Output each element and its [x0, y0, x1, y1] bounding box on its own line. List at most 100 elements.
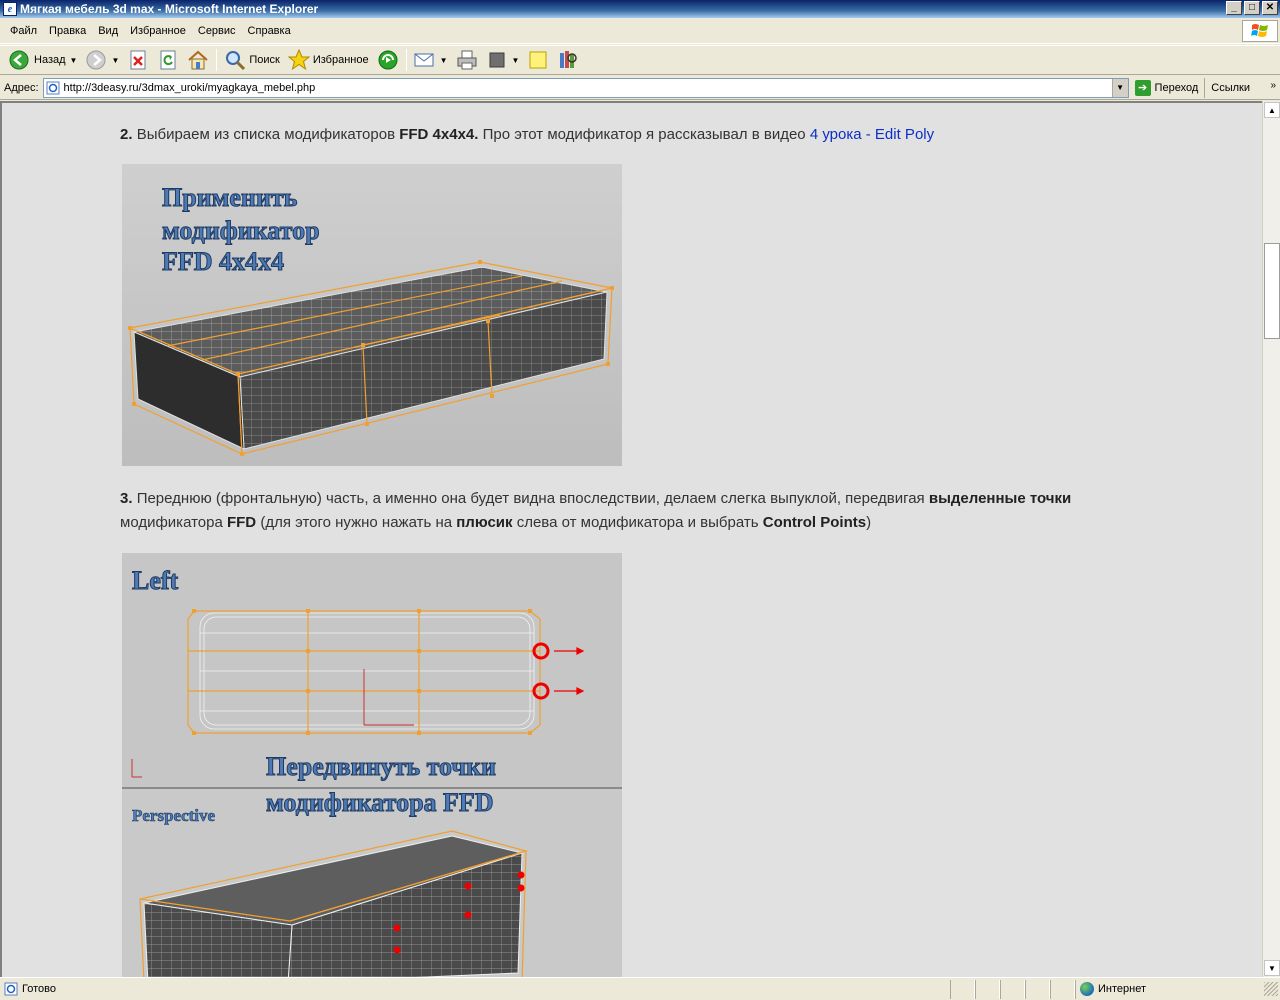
scroll-up-icon[interactable]: ▲ — [1264, 102, 1280, 118]
menu-file[interactable]: Файл — [4, 23, 43, 39]
home-icon — [187, 49, 209, 71]
scroll-down-icon[interactable]: ▼ — [1264, 960, 1280, 976]
edit-dropdown-icon[interactable]: ▼ — [512, 56, 520, 65]
status-cell — [1050, 979, 1075, 999]
step-3-bold-c: плюсик — [456, 514, 513, 531]
image2-caption-1: Передвинуть точки — [266, 752, 496, 781]
page-status-icon — [4, 982, 18, 996]
ffd-apply-screenshot: Применить модификатор FFD 4x4x4 — [122, 164, 622, 466]
print-button[interactable] — [452, 47, 482, 73]
windows-logo-icon — [1242, 20, 1278, 42]
status-text: Готово — [22, 983, 56, 995]
image2-caption-2: модификатора FFD — [266, 788, 494, 817]
links-chevron-icon[interactable]: » — [1270, 80, 1276, 91]
step-2-bold: FFD 4x4x4. — [399, 126, 479, 143]
menu-favorites[interactable]: Избранное — [124, 23, 192, 39]
maximize-button[interactable]: □ — [1244, 1, 1260, 15]
status-message: Готово — [0, 980, 950, 999]
toolbar-separator — [216, 49, 218, 71]
note-icon — [527, 49, 549, 71]
forward-dropdown-icon[interactable]: ▼ — [111, 56, 119, 65]
refresh-button[interactable] — [153, 47, 183, 73]
go-button[interactable]: ➔ Переход — [1133, 77, 1206, 98]
window-controls: _ □ ✕ — [1226, 1, 1278, 15]
status-cell — [1025, 979, 1050, 999]
home-button[interactable] — [183, 47, 213, 73]
step-3-text-e: ) — [866, 514, 872, 531]
back-button[interactable]: Назад ▼ — [4, 47, 81, 73]
step-2-text-b: Про этот модификатор я рассказывал в вид… — [482, 126, 806, 143]
left-viewport-label: Left — [132, 566, 179, 595]
discuss-button[interactable] — [523, 47, 553, 73]
forward-arrow-icon — [85, 49, 107, 71]
menu-bar: Файл Правка Вид Избранное Сервис Справка — [0, 18, 1280, 44]
address-url: http://3deasy.ru/3dmax_uroki/myagkaya_me… — [63, 81, 316, 94]
go-arrow-icon: ➔ — [1134, 79, 1151, 96]
step-2-paragraph: 2. Выбираем из списка модификаторов FFD … — [120, 123, 1150, 147]
status-cell — [975, 979, 1000, 999]
address-dropdown-icon[interactable]: ▼ — [1111, 78, 1128, 97]
search-label: Поиск — [249, 54, 280, 66]
favorites-label: Избранное — [312, 54, 369, 66]
ie-icon[interactable]: e — [3, 2, 17, 16]
menu-help[interactable]: Справка — [242, 23, 297, 39]
media-button[interactable] — [373, 47, 403, 73]
step-3-bold-d: Control Points — [762, 514, 867, 531]
mail-button[interactable]: ▼ — [410, 47, 452, 73]
step-2-number: 2. — [120, 126, 133, 143]
star-icon — [287, 49, 310, 71]
step-3-text-a: Переднюю (фронтальную) часть, а именно о… — [136, 490, 925, 507]
zone-label: Интернет — [1098, 983, 1146, 995]
menu-edit[interactable]: Правка — [43, 23, 92, 39]
menu-view[interactable]: Вид — [92, 23, 124, 39]
status-cell — [950, 979, 975, 999]
page-viewport: 2. Выбираем из списка модификаторов FFD … — [0, 101, 1262, 977]
media-icon — [377, 49, 399, 71]
ffd-box-render: Применить модификатор FFD 4x4x4 — [122, 164, 622, 466]
perspective-viewport-label: Perspective — [132, 806, 216, 825]
back-arrow-icon — [8, 49, 30, 71]
back-dropdown-icon[interactable]: ▼ — [70, 56, 78, 65]
address-bar: Адрес: http://3deasy.ru/3dmax_uroki/myag… — [0, 76, 1280, 100]
research-icon — [557, 49, 579, 71]
minimize-button[interactable]: _ — [1226, 1, 1242, 15]
toolbar-separator — [405, 49, 407, 71]
forward-button[interactable]: ▼ — [81, 47, 123, 73]
step-3-paragraph: 3. Переднюю (фронтальную) часть, а именн… — [120, 487, 1150, 535]
favorites-button[interactable]: Избранное — [284, 47, 373, 73]
ffd-viewports-render: Left Perspective Передвинуть точки модиф… — [122, 553, 622, 977]
search-icon — [224, 49, 246, 71]
vertical-scrollbar[interactable]: ▲ ▼ — [1262, 101, 1280, 977]
standard-toolbar: Назад ▼ ▼ Поиск Избранное ▼ ▼ — [0, 45, 1280, 75]
mail-dropdown-icon[interactable]: ▼ — [440, 56, 448, 65]
article-step-3: 3. Переднюю (фронтальную) часть, а именн… — [120, 487, 1150, 535]
menu-tools[interactable]: Сервис — [192, 23, 242, 39]
address-label: Адрес: — [4, 81, 39, 94]
close-button[interactable]: ✕ — [1262, 1, 1278, 15]
image1-line3: FFD 4x4x4 — [162, 247, 284, 276]
article-step-2: 2. Выбираем из списка модификаторов FFD … — [120, 123, 1150, 147]
search-button[interactable]: Поиск — [220, 47, 283, 73]
back-label: Назад — [34, 54, 66, 66]
status-cell — [1000, 979, 1025, 999]
status-bar: Готово Интернет — [0, 977, 1280, 1000]
step-3-bold-b: FFD — [226, 514, 257, 531]
printer-icon — [456, 49, 478, 71]
address-input[interactable]: http://3deasy.ru/3dmax_uroki/myagkaya_me… — [42, 77, 1129, 98]
research-button[interactable] — [553, 47, 583, 73]
edit-button[interactable]: ▼ — [482, 47, 524, 73]
scroll-thumb[interactable] — [1264, 243, 1280, 339]
stop-button[interactable] — [123, 47, 153, 73]
step-3-number: 3. — [120, 490, 133, 507]
step-3-text-d: слева от модификатора и выбрать — [516, 514, 759, 531]
resize-grip-icon[interactable] — [1264, 982, 1278, 996]
links-button[interactable]: Ссылки — [1205, 82, 1250, 94]
mail-icon — [414, 49, 436, 71]
globe-icon — [1080, 982, 1094, 996]
security-zone[interactable]: Интернет — [1075, 979, 1264, 999]
edit-poly-link[interactable]: 4 урока - Edit Poly — [810, 126, 934, 143]
step-3-bold-a: выделенные точки — [928, 490, 1072, 507]
refresh-icon — [157, 49, 179, 71]
title-bar: e Мягкая мебель 3d max - Microsoft Inter… — [0, 0, 1280, 18]
go-label: Переход — [1154, 81, 1199, 94]
